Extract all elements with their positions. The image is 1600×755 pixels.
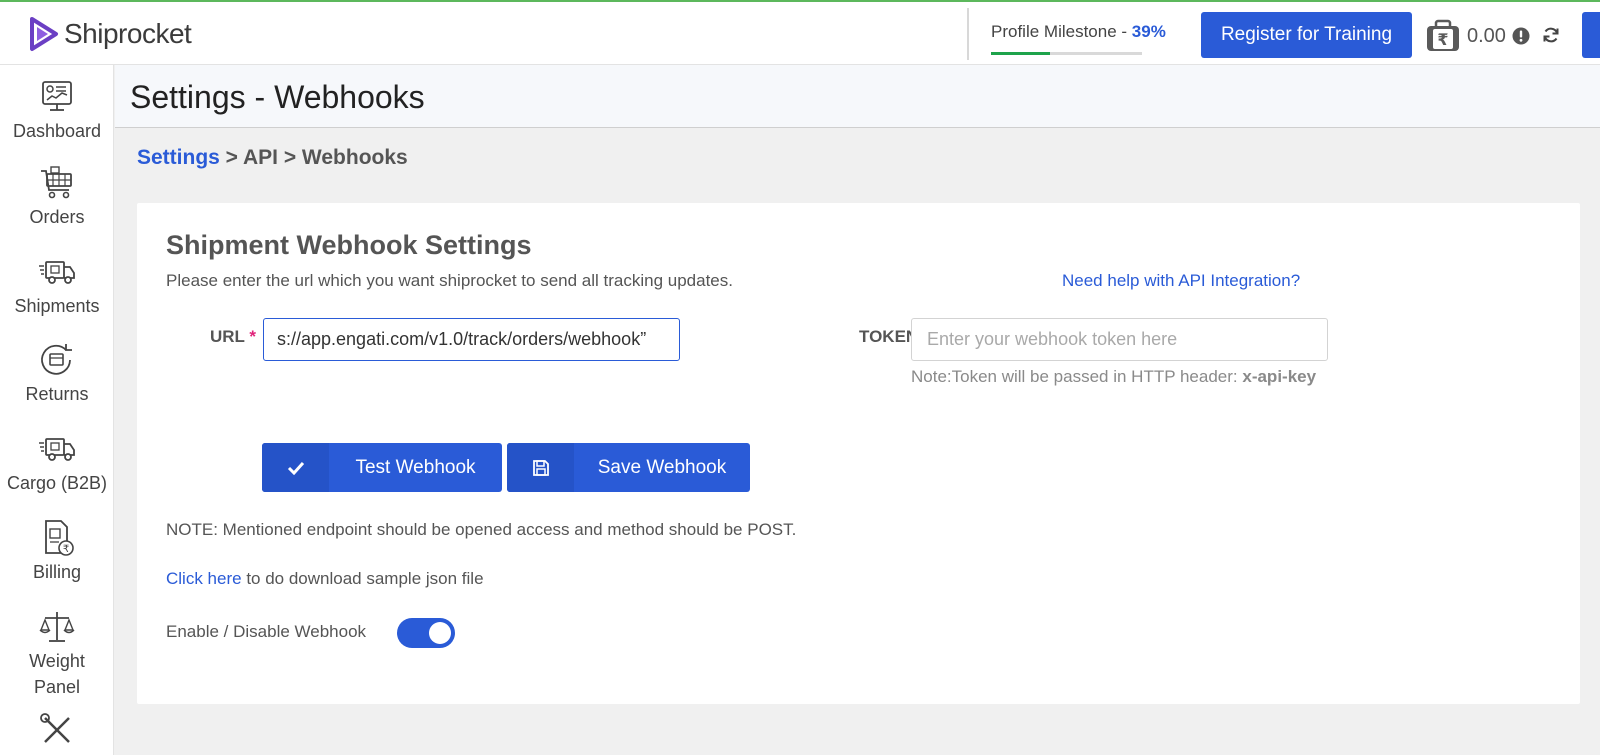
breadcrumb: Settings > API > Webhooks	[137, 146, 408, 170]
shiprocket-logo-icon	[30, 17, 58, 51]
sidebar: Dashboard Orders Shipments Returns Cargo…	[0, 65, 114, 755]
milestone-percent: 39%	[1131, 22, 1166, 41]
api-help-link[interactable]: Need help with API Integration?	[1062, 271, 1300, 291]
webhook-token-input[interactable]	[911, 318, 1328, 361]
sidebar-item-weight-panel[interactable]: Weight Panel	[0, 608, 114, 700]
download-sample-link[interactable]: Click here	[166, 569, 242, 588]
milestone-progress-fill	[991, 52, 1050, 55]
refresh-icon[interactable]	[1542, 26, 1560, 44]
checkmark-icon	[262, 443, 329, 492]
token-note: Note:Token will be passed in HTTP header…	[911, 363, 1331, 390]
sidebar-item-orders[interactable]: Orders	[0, 163, 114, 228]
save-webhook-label: Save Webhook	[597, 456, 727, 478]
sidebar-item-label: Cargo (B2B)	[6, 473, 108, 493]
cargo-truck-icon	[39, 438, 75, 461]
card-title: Shipment Webhook Settings	[166, 230, 532, 260]
test-webhook-button[interactable]: Test Webhook	[262, 443, 502, 492]
test-webhook-label: Test Webhook	[355, 456, 476, 478]
required-asterisk: *	[249, 327, 256, 346]
cut-off-header-button[interactable]	[1582, 12, 1600, 58]
toggle-label: Enable / Disable Webhook	[166, 622, 367, 641]
webhook-enable-toggle[interactable]	[397, 618, 455, 648]
wallet-balance: 0.00	[1467, 24, 1506, 47]
page-title: Settings - Webhooks	[130, 79, 425, 115]
tools-icon	[40, 713, 70, 743]
save-webhook-button[interactable]: Save Webhook	[507, 443, 750, 492]
register-training-button[interactable]: Register for Training	[1201, 12, 1412, 58]
webhook-url-input[interactable]	[263, 318, 680, 361]
brand-name: Shiprocket	[64, 18, 192, 49]
endpoint-note: NOTE: Mentioned endpoint should be opene…	[166, 520, 797, 539]
wallet[interactable]: ₹ 0.00	[1425, 19, 1530, 53]
breadcrumb-settings-link[interactable]: Settings	[137, 146, 220, 169]
sidebar-item-label: Weight	[29, 651, 85, 671]
orders-cart-icon	[41, 166, 72, 199]
sidebar-item-label: Billing	[32, 562, 82, 582]
token-header-key: x-api-key	[1242, 367, 1317, 386]
floppy-disk-icon	[507, 443, 574, 492]
milestone-label: Profile Milestone -	[991, 22, 1132, 41]
breadcrumb-trail: > API > Webhooks	[219, 146, 408, 169]
sidebar-item-shipments[interactable]: Shipments	[0, 252, 114, 317]
profile-milestone[interactable]: Profile Milestone - 39%	[991, 22, 1166, 42]
url-label-text: URL	[210, 327, 245, 346]
sidebar-item-label: Shipments	[14, 296, 100, 316]
sidebar-item-cargo[interactable]: Cargo (B2B)	[0, 429, 114, 494]
wallet-icon: ₹	[1427, 19, 1459, 51]
card-description: Please enter the url which you want ship…	[166, 271, 733, 290]
header-divider	[967, 8, 969, 60]
info-alert-icon[interactable]	[1512, 27, 1530, 45]
svg-text:₹: ₹	[1437, 30, 1448, 49]
webhook-settings-card: Shipment Webhook Settings Please enter t…	[137, 203, 1580, 704]
shipments-truck-icon	[39, 261, 75, 284]
shiprocket-logo[interactable]: Shiprocket	[28, 14, 192, 54]
billing-icon: ₹	[45, 520, 74, 556]
dashboard-icon	[42, 81, 72, 111]
sidebar-item-label: Orders	[29, 207, 85, 227]
sidebar-item-label-line2: Panel	[33, 677, 81, 697]
toggle-knob	[429, 622, 451, 644]
sidebar-item-label: Returns	[25, 384, 89, 404]
url-label: URL *	[210, 327, 256, 347]
download-sample-text: to do download sample json file	[241, 569, 484, 588]
top-bar: Shiprocket Profile Milestone - 39% Regis…	[0, 0, 1600, 65]
token-note-text: Note:Token will be passed in HTTP header…	[911, 367, 1243, 386]
sidebar-item-label: Dashboard	[12, 121, 102, 141]
sidebar-item-dashboard[interactable]: Dashboard	[0, 77, 114, 142]
weight-scale-icon	[39, 612, 75, 642]
milestone-progress-bar	[991, 52, 1142, 55]
sidebar-item-tools[interactable]	[0, 710, 114, 754]
page-header: Settings - Webhooks	[115, 65, 1600, 128]
svg-text:₹: ₹	[63, 544, 69, 555]
sidebar-item-billing[interactable]: ₹ Billing	[0, 518, 114, 583]
sample-download-line: Click here to do download sample json fi…	[166, 569, 484, 589]
token-label: TOKEN	[859, 327, 914, 346]
sidebar-item-returns[interactable]: Returns	[0, 340, 114, 405]
returns-icon	[41, 344, 72, 375]
